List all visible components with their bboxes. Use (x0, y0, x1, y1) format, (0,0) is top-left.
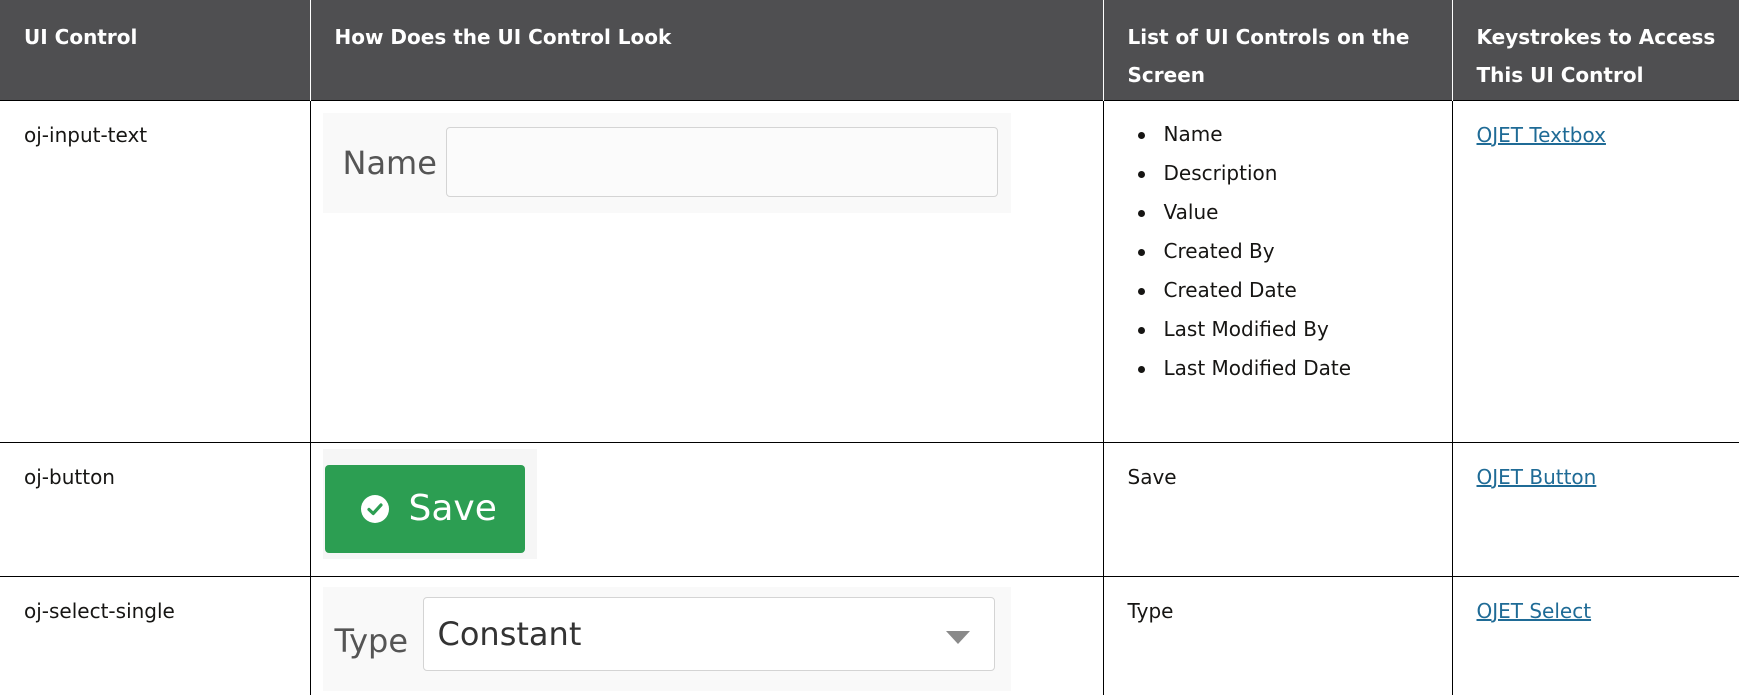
table-row: oj-select-single Type Constant Type OJET… (0, 575, 1739, 695)
control-list: Name Description Value Created By Create… (1128, 115, 1440, 388)
ojet-textbox-link[interactable]: OJET Textbox (1477, 123, 1606, 147)
list-item: Last Modified By (1137, 310, 1440, 349)
name-input-preview (445, 126, 998, 197)
table-row: oj-input-text Name Name Description Valu… (0, 99, 1739, 443)
table-row: oj-button Save Save OJET Button (0, 441, 1739, 577)
keystrokes-cell: OJET Select (1451, 575, 1739, 695)
list-item: Created Date (1137, 271, 1440, 310)
ojet-select-link[interactable]: OJET Select (1477, 599, 1592, 623)
caret-down-icon (945, 630, 970, 644)
check-circle-icon (360, 494, 389, 523)
textbox-preview-image: Name (322, 112, 1011, 213)
list-item: Last Modified Date (1137, 349, 1440, 388)
control-list-cell: Type (1102, 575, 1453, 695)
header-list-of-controls: List of UI Controls on the Screen (1102, 0, 1452, 100)
header-keystrokes: Keystrokes to Access This UI Control (1451, 0, 1739, 100)
control-name-cell: oj-button (0, 441, 311, 577)
select-preview-image: Type Constant (322, 586, 1011, 691)
preview-cell: Type Constant (309, 575, 1104, 695)
type-field-label: Type (334, 621, 409, 660)
table-header-row: UI Control How Does the UI Control Look … (0, 0, 1739, 100)
control-list-cell: Save (1102, 441, 1453, 577)
control-name-cell: oj-input-text (0, 99, 311, 443)
name-field-label: Name (342, 143, 437, 182)
type-select-preview: Constant (422, 596, 995, 671)
list-item: Description (1137, 154, 1440, 193)
keystrokes-cell: OJET Textbox (1451, 99, 1739, 443)
control-name-cell: oj-select-single (0, 575, 311, 695)
header-ui-control: UI Control (0, 0, 310, 100)
ui-controls-table: UI Control How Does the UI Control Look … (0, 0, 1739, 695)
control-list-cell: Name Description Value Created By Create… (1102, 99, 1453, 443)
preview-cell: Save (309, 441, 1104, 577)
button-preview-image: Save (322, 448, 537, 559)
list-item: Created By (1137, 232, 1440, 271)
preview-cell: Name (309, 99, 1104, 443)
keystrokes-cell: OJET Button (1451, 441, 1739, 577)
list-item: Name (1137, 115, 1440, 154)
ojet-button-link[interactable]: OJET Button (1477, 465, 1597, 489)
save-button-label: Save (408, 487, 497, 529)
header-look: How Does the UI Control Look (309, 0, 1103, 100)
select-value: Constant (437, 614, 582, 653)
list-item: Value (1137, 193, 1440, 232)
save-button-preview: Save (324, 464, 525, 553)
